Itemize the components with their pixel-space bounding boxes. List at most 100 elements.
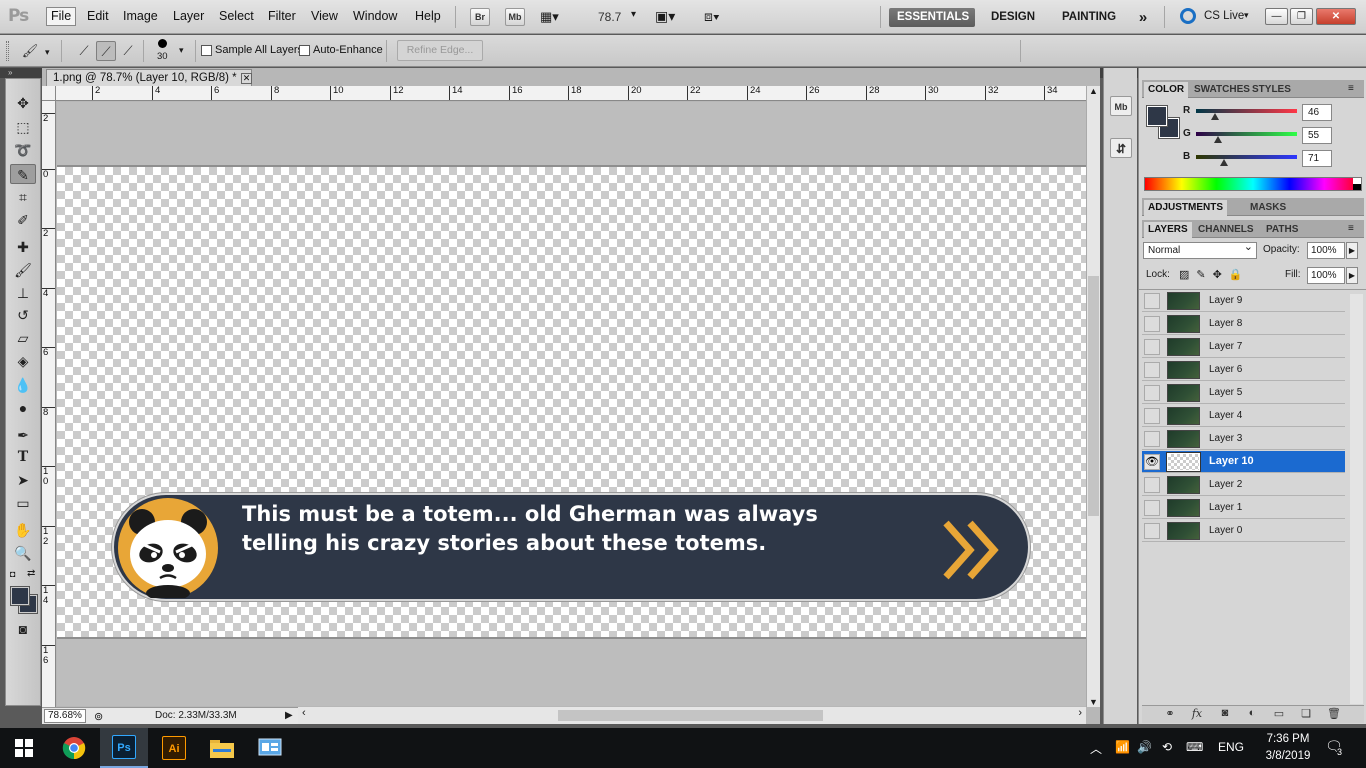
bridge-button[interactable]: Br (470, 8, 490, 26)
layer-name[interactable]: Layer 1 (1209, 502, 1242, 513)
sample-all-layers-checkbox[interactable]: Sample All Layers (201, 44, 303, 56)
hand-tool-icon[interactable]: ✋ (10, 520, 36, 540)
blue-slider-thumb[interactable] (1220, 159, 1228, 166)
keyboard-icon[interactable]: ⌨ (1186, 740, 1203, 754)
refine-edge-button[interactable]: Refine Edge... (397, 40, 483, 61)
brush-tip-icon[interactable] (158, 39, 167, 48)
layer-name[interactable]: Layer 8 (1209, 318, 1242, 329)
subtract-selection-icon[interactable]: ⟋ (118, 41, 138, 61)
close-document-icon[interactable]: ✕ (241, 73, 252, 84)
mini-bridge-button[interactable]: Mb (505, 8, 525, 26)
adjustment-layer-icon[interactable]: ◐ (1244, 707, 1260, 719)
type-tool-icon[interactable]: T (10, 447, 36, 467)
checkbox-box[interactable] (299, 44, 310, 56)
zoom-level[interactable]: 78.7 (598, 10, 621, 24)
menu-file[interactable]: File (46, 7, 77, 26)
status-settings-icon[interactable]: ⊚ (94, 709, 103, 725)
visibility-toggle[interactable] (1144, 477, 1160, 493)
horizontal-scrollbar[interactable]: ‹ › (298, 707, 1086, 724)
taskbar-chrome[interactable] (50, 728, 98, 768)
visibility-toggle[interactable] (1144, 293, 1160, 309)
brush-tool-icon[interactable]: 🖌 (10, 260, 36, 280)
clock[interactable]: 7:36 PM 3/8/2019 (1258, 731, 1318, 765)
delete-layer-icon[interactable]: 🗑 (1326, 707, 1342, 720)
layer-row[interactable]: Layer 6 (1142, 359, 1345, 381)
photoshop-logo[interactable]: Ps (8, 6, 29, 26)
layer-name[interactable]: Layer 3 (1209, 433, 1242, 444)
add-to-selection-icon[interactable]: ⟋ (96, 41, 116, 61)
arrange-documents-icon[interactable]: ▣▾ (655, 8, 675, 25)
marquee-tool-icon[interactable]: ⬚ (10, 117, 36, 137)
layer-name[interactable]: Layer 10 (1209, 455, 1254, 467)
status-menu-icon[interactable]: ▶ (285, 708, 293, 724)
layer-name[interactable]: Layer 6 (1209, 364, 1242, 375)
layer-name[interactable]: Layer 5 (1209, 387, 1242, 398)
color-spectrum[interactable] (1144, 177, 1362, 191)
layer-name[interactable]: Layer 7 (1209, 341, 1242, 352)
horizontal-scroll-thumb[interactable] (558, 710, 823, 721)
input-language[interactable]: ENG (1218, 740, 1244, 754)
pasteboard[interactable]: This must be a totem... old Gherman was … (57, 102, 1086, 706)
menu-window[interactable]: Window (353, 9, 397, 23)
visibility-toggle[interactable] (1144, 385, 1160, 401)
layers-panel-menu-icon[interactable]: ≡ (1348, 223, 1354, 234)
taskbar-illustrator[interactable]: Ai (150, 728, 198, 768)
volume-icon[interactable]: 🔊 (1137, 740, 1152, 754)
ruler-origin[interactable] (42, 86, 56, 101)
minimize-button[interactable]: — (1265, 8, 1288, 25)
taskbar-control-panel[interactable] (246, 728, 294, 768)
layer-row[interactable]: Layer 7 (1142, 336, 1345, 358)
path-selection-tool-icon[interactable]: ➤ (10, 470, 36, 490)
layer-row[interactable]: Layer 3 (1142, 428, 1345, 450)
menu-layer[interactable]: Layer (173, 9, 204, 23)
green-slider-thumb[interactable] (1214, 136, 1222, 143)
menu-filter[interactable]: Filter (268, 9, 296, 23)
scroll-left-icon[interactable]: ‹ (302, 707, 306, 719)
layer-row[interactable]: Layer 9 (1142, 290, 1345, 312)
vertical-ruler[interactable]: 2 0 2 4 6 8 1 0 1 2 1 4 1 6 (42, 101, 56, 707)
blue-slider[interactable] (1196, 155, 1297, 159)
sync-icon[interactable]: ⟲ (1162, 740, 1172, 754)
cs-live-dropdown-icon[interactable]: ▾ (1244, 10, 1249, 21)
scroll-up-icon[interactable]: ▲ (1089, 86, 1098, 96)
tab-channels[interactable]: CHANNELS (1194, 222, 1258, 238)
visibility-toggle[interactable] (1144, 500, 1160, 516)
brush-dropdown-icon[interactable]: ▾ (179, 45, 184, 56)
more-workspaces-icon[interactable]: » (1133, 8, 1153, 27)
new-selection-icon[interactable]: ⟋ (74, 41, 94, 61)
extras-icon[interactable]: ▦▾ (540, 9, 559, 25)
visibility-toggle[interactable] (1144, 408, 1160, 424)
panel-menu-icon[interactable]: ≡ (1348, 83, 1354, 94)
clone-stamp-tool-icon[interactable]: ⊥ (10, 283, 36, 303)
network-icon[interactable]: 📶 (1115, 740, 1130, 754)
menu-edit[interactable]: Edit (87, 9, 109, 23)
layer-row[interactable]: 👁 Layer 10 (1142, 451, 1345, 473)
tab-paths[interactable]: PATHS (1262, 222, 1302, 238)
eraser-tool-icon[interactable]: ▱ (10, 328, 36, 348)
taskbar-file-explorer[interactable] (198, 728, 246, 768)
tab-masks[interactable]: MASKS (1246, 200, 1290, 216)
layer-style-icon[interactable]: fx (1189, 707, 1205, 720)
layer-row[interactable]: Layer 0 (1142, 520, 1345, 542)
quick-mask-icon[interactable]: ◙ (10, 619, 36, 639)
opacity-dropdown-icon[interactable]: ▶ (1346, 242, 1358, 259)
blend-mode-select[interactable]: Normal (1143, 240, 1257, 259)
green-slider[interactable] (1196, 132, 1297, 136)
document-tab[interactable]: 1.png @ 78.7% (Layer 10, RGB/8) * ✕ (46, 69, 252, 86)
visibility-toggle[interactable] (1144, 362, 1160, 378)
crop-tool-icon[interactable]: ⌗ (10, 187, 36, 207)
layer-name[interactable]: Layer 0 (1209, 525, 1242, 536)
dodge-tool-icon[interactable]: ● (10, 398, 36, 418)
image-canvas[interactable]: This must be a totem... old Gherman was … (57, 167, 1086, 637)
visibility-toggle[interactable] (1144, 339, 1160, 355)
cs-live-icon[interactable] (1180, 8, 1196, 24)
new-layer-icon[interactable]: ❏ (1298, 707, 1314, 720)
menu-image[interactable]: Image (123, 9, 158, 23)
swap-colors-icon[interactable]: ⇄ (27, 568, 35, 579)
vertical-scroll-thumb[interactable] (1088, 276, 1099, 516)
zoom-dropdown-icon[interactable]: ▾ (631, 9, 636, 20)
pen-tool-icon[interactable]: ✒ (10, 425, 36, 445)
preset-dropdown-icon[interactable]: ▾ (45, 47, 50, 58)
fill-field[interactable]: 100% (1307, 267, 1345, 284)
cs-live-label[interactable]: CS Live (1204, 10, 1244, 22)
